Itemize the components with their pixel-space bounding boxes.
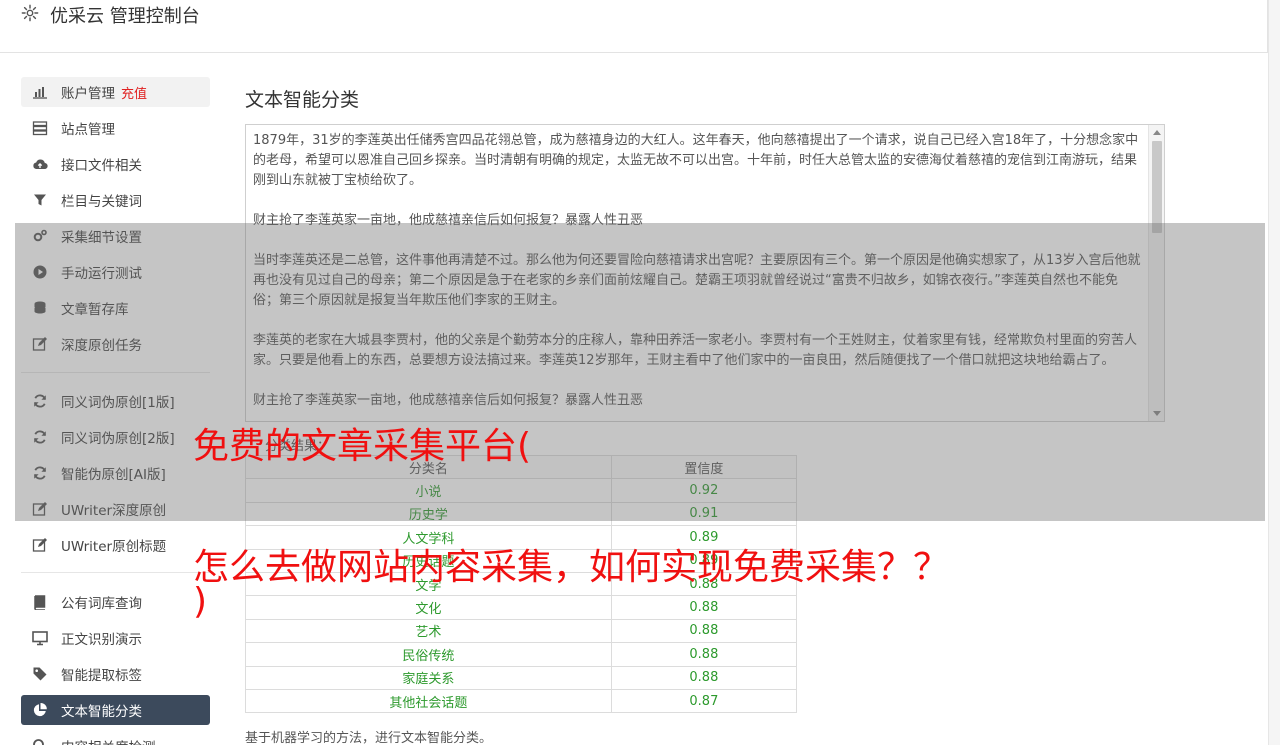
sidebar-item-smart-tags[interactable]: 智能提取标签 [21, 659, 210, 689]
scroll-up-arrow-icon[interactable] [1153, 130, 1161, 135]
scrollbar-thumb[interactable] [1152, 141, 1162, 233]
sidebar-item-label: 站点管理 [61, 122, 115, 138]
sidebar-item-label: 账户管理 [61, 86, 115, 102]
sidebar-item-account[interactable]: 账户管理 充值 [21, 77, 210, 107]
server-icon [32, 120, 48, 136]
overlay-title-line-2: 怎么去做网站内容采集，如何实现免费采集？？ [193, 547, 950, 588]
pie-chart-icon [32, 702, 48, 718]
gear-icon[interactable] [21, 4, 39, 22]
sidebar-item-interface-files[interactable]: 接口文件相关 [21, 149, 210, 179]
app-window: 优采云 管理控制台 账户管理 充值 站点管理 接口文件相关 栏目与关键词 采集细… [0, 0, 1280, 745]
sidebar-item-label: 内容相关度检测 [61, 736, 156, 745]
app-title: 优采云 管理控制台 [50, 6, 200, 27]
search-icon [32, 738, 48, 745]
sidebar-item-uwriter-title[interactable]: UWriter原创标题 [21, 530, 210, 560]
category-cell: 家庭关系 [245, 665, 612, 690]
sidebar-item-columns-keywords[interactable]: 栏目与关键词 [21, 185, 210, 215]
page-title: 文本智能分类 [245, 89, 360, 111]
table-row: 民俗传统 0.88 [245, 642, 798, 667]
header: 优采云 管理控制台 [0, 0, 1268, 53]
sidebar-item-label: 栏目与关键词 [61, 194, 142, 210]
sidebar-item-label: 智能提取标签 [61, 668, 142, 684]
tag-icon [32, 666, 48, 682]
footer-note: 基于机器学习的方法，进行文本智能分类。 [245, 731, 493, 745]
category-cell: 民俗传统 [245, 642, 612, 667]
table-row: 艺术 0.88 [245, 618, 798, 644]
book-icon [32, 594, 48, 610]
recharge-link[interactable]: 充值 [121, 83, 147, 102]
confidence-cell: 0.88 [610, 642, 798, 667]
window-right-edge [1268, 0, 1280, 745]
bar-chart-icon [32, 84, 48, 100]
edit-icon [32, 537, 48, 553]
confidence-cell: 0.88 [610, 665, 798, 690]
category-cell: 其他社会话题 [245, 688, 612, 714]
gray-overlay-banner [15, 223, 1265, 521]
cloud-upload-icon [32, 156, 48, 172]
sidebar-item-label: 公有词库查询 [61, 596, 142, 612]
category-cell: 文化 [245, 595, 612, 620]
desktop-icon [32, 630, 48, 646]
category-cell: 艺术 [245, 618, 612, 644]
sidebar-item-label: 文本智能分类 [61, 704, 142, 720]
confidence-cell: 0.88 [610, 618, 798, 644]
sidebar-item-sites[interactable]: 站点管理 [21, 113, 210, 143]
overlay-title-line-3: ) [193, 581, 208, 622]
confidence-cell: 0.87 [610, 688, 798, 714]
filter-icon [32, 192, 48, 208]
overlay-title-line-1: 免费的文章采集平台( [193, 426, 532, 467]
sidebar-divider [21, 572, 210, 573]
sidebar-item-content-extraction-demo[interactable]: 正文识别演示 [21, 623, 210, 653]
sidebar-item-label: 接口文件相关 [61, 158, 142, 174]
sidebar-item-label: 正文识别演示 [61, 632, 142, 648]
sidebar-item-text-classification[interactable]: 文本智能分类 [21, 695, 210, 725]
table-row: 其他社会话题 0.87 [245, 688, 798, 714]
table-row: 文化 0.88 [245, 595, 798, 620]
confidence-cell: 0.88 [610, 595, 798, 620]
text-paragraph: 1879年，31岁的李莲英出任储秀宫四品花翎总管，成为慈禧身边的大红人。这年春天… [253, 133, 1139, 188]
sidebar-item-public-lexicon[interactable]: 公有词库查询 [21, 587, 210, 617]
table-row: 家庭关系 0.88 [245, 665, 798, 690]
sidebar-item-label: UWriter原创标题 [61, 539, 167, 555]
sidebar-item-relevance-check[interactable]: 内容相关度检测 [21, 731, 210, 745]
